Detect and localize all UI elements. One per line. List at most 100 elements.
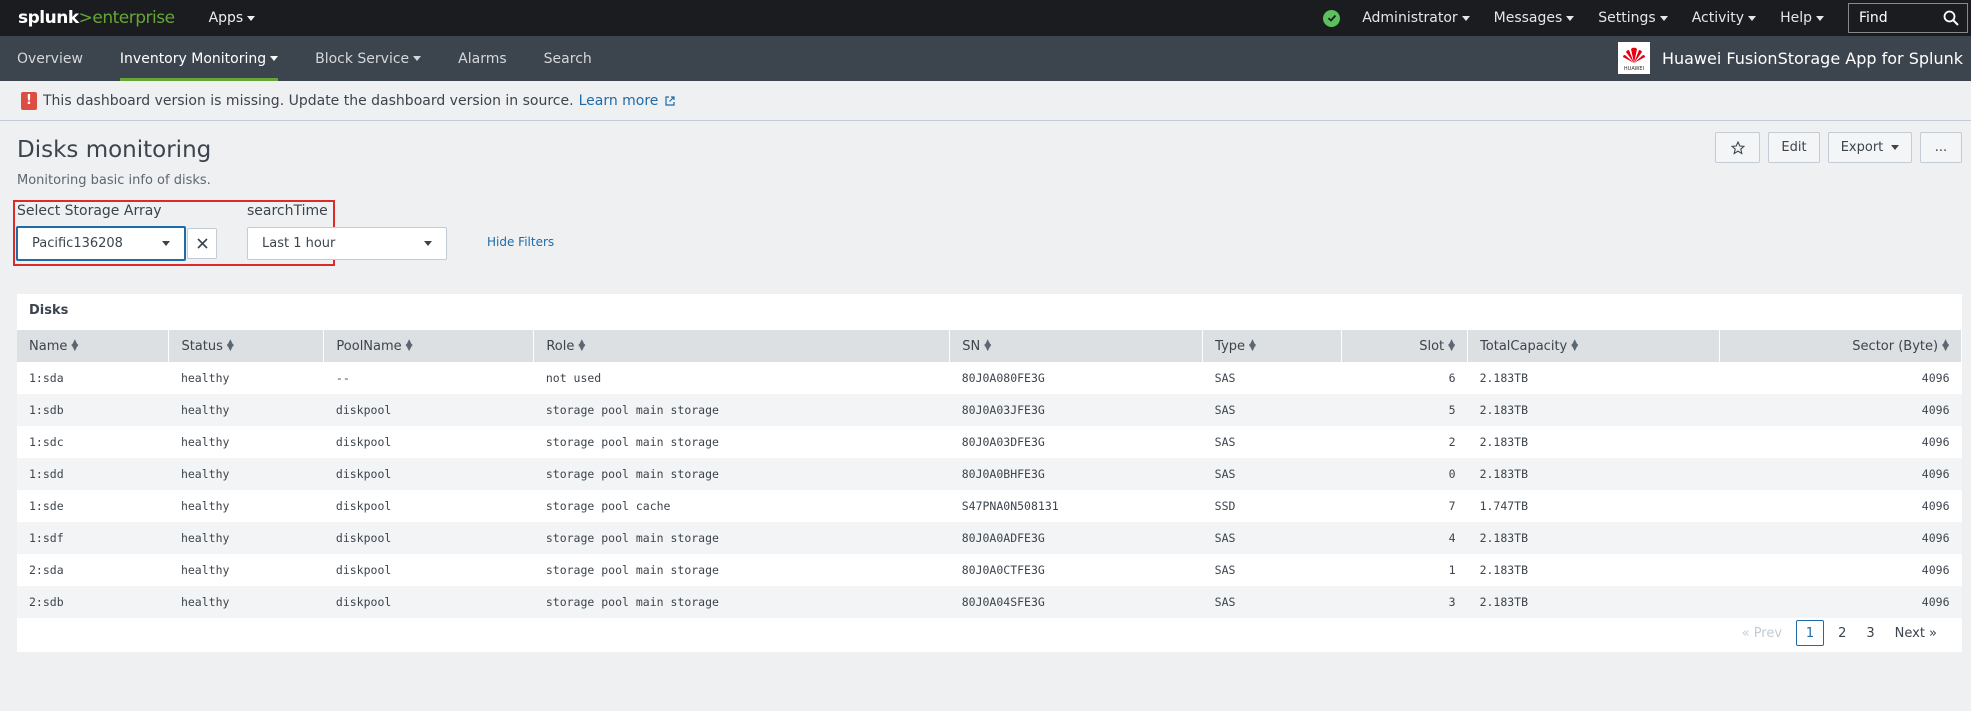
disks-panel: Disks Name ▲ ▼ Status ▲ ▼ PoolName ▲ ▼ Role ▲ ▼ … (17, 294, 1963, 652)
more-actions-label: ... (1934, 140, 1948, 155)
table-row[interactable]: 1:sdf healthy diskpool storage pool main st… (17, 522, 1962, 554)
hide-filters-link[interactable]: Hide Filters (487, 235, 554, 249)
splunk-logo[interactable]: splunk>enterprise (18, 8, 175, 28)
table-cell: 2.183TB (1467, 522, 1720, 554)
find-input[interactable]: Find (1848, 3, 1968, 33)
column-header-poolname-label: PoolName (336, 338, 402, 354)
table-row[interactable]: 1:sda healthy -- not used 80J0A080FE3G SAS 6 2.… (17, 362, 1962, 394)
nav-overview[interactable]: Overview (17, 36, 83, 81)
more-actions-button[interactable]: ... (1920, 132, 1962, 163)
nav-alarms[interactable]: Alarms (458, 36, 507, 81)
table-cell: 6 (1341, 362, 1468, 394)
table-cell: storage pool main storage (533, 394, 950, 426)
chevron-down-icon (1461, 15, 1470, 21)
page-3-button[interactable]: 3 (1860, 624, 1880, 643)
table-cell: 2:sda (17, 554, 169, 586)
column-header-sn-label: SN (962, 338, 981, 354)
table-row[interactable]: 2:sda healthy diskpool storage pool main st… (17, 554, 1962, 586)
table-cell: SAS (1202, 426, 1342, 458)
search-time-select[interactable]: Last 1 hour (247, 227, 447, 260)
nav-block-service[interactable]: Block Service (315, 36, 422, 81)
table-cell: healthy (168, 426, 324, 458)
huawei-logo: HUAWEI (1617, 42, 1650, 74)
apps-menu-label: Apps (208, 10, 244, 26)
table-cell: diskpool (323, 490, 534, 522)
settings-menu-label: Settings (1598, 10, 1656, 26)
health-ok-icon[interactable] (1323, 9, 1341, 27)
sort-icon: ▲ ▼ (1249, 338, 1256, 353)
nav-inventory-monitoring-label: Inventory Monitoring (119, 50, 267, 67)
table-cell: diskpool (323, 458, 534, 490)
table-cell: 2.183TB (1467, 394, 1720, 426)
disks-table: Name ▲ ▼ Status ▲ ▼ PoolName ▲ ▼ Role ▲ ▼ SN ▲ ▼ T… (17, 330, 1963, 618)
table-cell: storage pool main storage (533, 458, 950, 490)
storage-array-select[interactable]: Pacific136208 (16, 226, 186, 261)
column-header-sector-label: Sector (Byte) (1852, 338, 1939, 354)
table-cell: storage pool cache (533, 490, 950, 522)
app-nav-bar: Overview Inventory Monitoring Block Serv… (0, 36, 1971, 81)
chevron-down-icon (424, 241, 432, 246)
external-link-icon (665, 95, 675, 106)
export-button[interactable]: Export (1828, 132, 1912, 163)
activity-menu[interactable]: Activity (1692, 10, 1757, 26)
help-menu[interactable]: Help (1780, 10, 1824, 26)
table-cell: 1:sdc (17, 426, 169, 458)
page-2-button[interactable]: 2 (1832, 624, 1852, 643)
sort-icon: ▲ ▼ (1571, 338, 1579, 353)
column-header-name[interactable]: Name ▲ ▼ (17, 330, 170, 362)
column-header-type[interactable]: Type ▲ ▼ (1202, 330, 1343, 362)
chevron-down-icon (1816, 15, 1824, 21)
nav-search[interactable]: Search (544, 36, 592, 81)
table-cell: SAS (1202, 394, 1342, 426)
administrator-menu-label: Administrator (1362, 10, 1458, 26)
table-row[interactable]: 2:sdb healthy diskpool storage pool main st… (17, 586, 1962, 618)
svg-text:HUAWEI: HUAWEI (1624, 66, 1644, 72)
column-header-role[interactable]: Role ▲ ▼ (533, 330, 951, 362)
top-bar: splunk>enterprise Apps Administrator Mes… (0, 0, 1971, 36)
favorite-button[interactable] (1715, 132, 1760, 163)
table-row[interactable]: 1:sdc healthy diskpool storage pool main st… (17, 426, 1962, 458)
chevron-down-icon (1659, 15, 1668, 21)
storage-array-label: Select Storage Array (17, 203, 162, 219)
settings-menu[interactable]: Settings (1598, 10, 1668, 26)
column-header-poolname[interactable]: PoolName ▲ ▼ (323, 330, 535, 362)
table-cell: 1:sdd (17, 458, 169, 490)
star-icon (1730, 140, 1745, 155)
table-cell: 80J0A03JFE3G (949, 394, 1203, 426)
app-title: HUAWEI Huawei FusionStorage App for Splu… (1617, 42, 1963, 74)
column-header-totalcapacity-label: TotalCapacity (1480, 338, 1568, 354)
sort-icon: ▲ ▼ (1448, 338, 1456, 353)
table-row[interactable]: 1:sdb healthy diskpool storage pool main st… (17, 394, 1962, 426)
table-cell: 4096 (1719, 458, 1962, 490)
learn-more-link[interactable]: Learn more (579, 93, 675, 109)
messages-menu[interactable]: Messages (1494, 10, 1575, 26)
column-header-sector[interactable]: Sector (Byte) ▲ ▼ (1719, 330, 1963, 362)
table-cell: 3 (1341, 586, 1468, 618)
messages-menu-label: Messages (1493, 10, 1563, 26)
column-header-slot[interactable]: Slot ▲ ▼ (1341, 330, 1469, 362)
column-header-status[interactable]: Status ▲ ▼ (168, 330, 325, 362)
column-header-type-label: Type (1215, 338, 1246, 354)
column-header-sn[interactable]: SN ▲ ▼ (949, 330, 1204, 362)
edit-button[interactable]: Edit (1768, 132, 1820, 163)
page-1-button[interactable]: 1 (1796, 620, 1825, 646)
apps-menu[interactable]: Apps (209, 10, 256, 26)
app-title-text: Huawei FusionStorage App for Splunk (1661, 48, 1963, 68)
next-page-button[interactable]: Next » (1889, 624, 1943, 643)
warning-text: This dashboard version is missing. Updat… (43, 92, 574, 109)
table-row[interactable]: 1:sde healthy diskpool storage pool cache S4… (17, 490, 1962, 522)
table-cell: 7 (1341, 490, 1468, 522)
table-cell: 2.183TB (1467, 362, 1720, 394)
table-cell: 5 (1341, 394, 1468, 426)
logo-suffix-text: enterprise (92, 8, 175, 28)
administrator-menu[interactable]: Administrator (1362, 10, 1470, 26)
table-cell: -- (323, 362, 534, 394)
nav-inventory-monitoring[interactable]: Inventory Monitoring (119, 36, 279, 81)
export-button-label: Export (1840, 140, 1884, 155)
edit-button-label: Edit (1781, 140, 1807, 155)
search-icon[interactable] (1943, 10, 1959, 26)
column-header-totalcapacity[interactable]: TotalCapacity ▲ ▼ (1467, 330, 1720, 362)
chevron-down-icon (413, 56, 422, 61)
table-row[interactable]: 1:sdd healthy diskpool storage pool main st… (17, 458, 1962, 490)
clear-storage-array-button[interactable] (187, 228, 217, 259)
